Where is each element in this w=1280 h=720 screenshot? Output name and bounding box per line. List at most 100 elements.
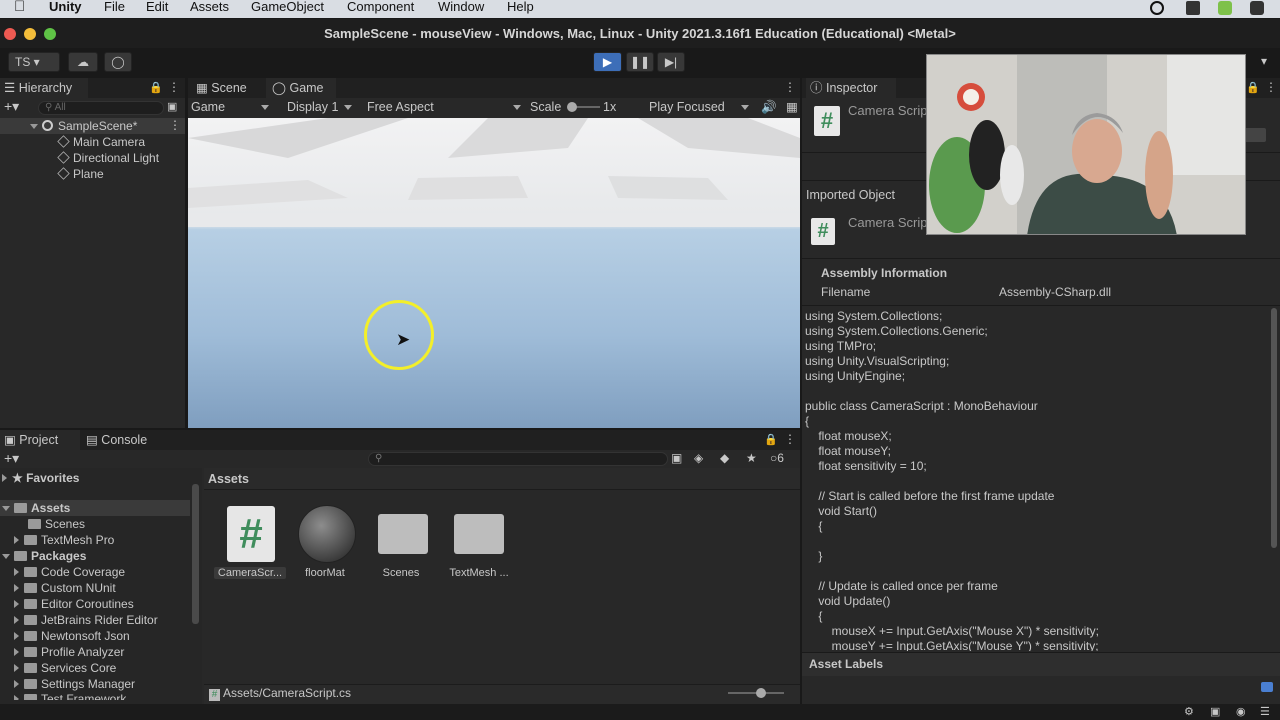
package-item[interactable]: Newtonsoft Json — [14, 628, 130, 644]
tab-hierarchy[interactable]: ☰ Hierarchy — [0, 78, 88, 98]
account-dropdown[interactable]: TS ▾ — [8, 52, 60, 72]
search-options-icon[interactable]: ▣ — [167, 100, 177, 113]
apple-icon[interactable]:  — [14, 0, 25, 14]
scale-slider-handle[interactable] — [567, 102, 577, 112]
android-icon[interactable] — [1218, 1, 1232, 15]
app-menu[interactable]: Unity — [49, 0, 82, 14]
asset-item-label[interactable]: TextMesh ... — [443, 567, 515, 579]
asset-item-label[interactable]: floorMat — [289, 567, 361, 579]
status-icon-a[interactable]: ⚙ — [1184, 705, 1194, 718]
more-options-icon[interactable]: ⋮ — [168, 80, 180, 94]
stats-icon[interactable]: ▦ — [786, 98, 798, 116]
inspector-more-icon[interactable]: ⋮ — [1265, 80, 1277, 94]
audio-icon[interactable]: 🔊 — [761, 98, 777, 116]
menu-file[interactable]: File — [104, 0, 125, 14]
drive-icon[interactable] — [1250, 1, 1264, 15]
expand-arrow-icon[interactable] — [30, 124, 38, 129]
package-item[interactable]: Custom NUnit — [14, 580, 116, 596]
collapse-arrow-icon[interactable] — [14, 648, 19, 656]
collapse-arrow-icon[interactable] — [14, 600, 19, 608]
folder-asset-icon[interactable] — [378, 514, 428, 554]
collapse-arrow-icon[interactable] — [14, 584, 19, 592]
scene-options-icon[interactable]: ⋮ — [169, 118, 181, 132]
package-item[interactable]: Services Core — [14, 660, 116, 676]
hierarchy-search-input[interactable]: ⚲ All — [38, 101, 164, 115]
aspect-dropdown[interactable]: Free Aspect — [367, 98, 521, 116]
menu-assets[interactable]: Assets — [190, 0, 229, 14]
icon-size-slider-handle[interactable] — [756, 688, 766, 698]
status-icon-b[interactable]: ▣ — [1210, 705, 1220, 718]
collapse-arrow-icon[interactable] — [14, 680, 19, 688]
expand-arrow-icon[interactable] — [2, 506, 10, 511]
folder-textmesh-pro[interactable]: TextMesh Pro — [14, 532, 114, 548]
game-viewport[interactable]: ➤ — [188, 118, 800, 428]
asset-labels-title[interactable]: Asset Labels — [809, 657, 883, 671]
create-plus-icon[interactable]: +▾ — [4, 98, 19, 115]
package-item[interactable]: Code Coverage — [14, 564, 125, 580]
collapse-arrow-icon[interactable] — [14, 695, 19, 700]
packages-root-item[interactable]: Packages — [2, 548, 86, 564]
collapse-arrow-icon[interactable] — [2, 474, 7, 482]
status-icon-d[interactable]: ☰ — [1260, 705, 1270, 718]
script-asset-icon[interactable]: # — [227, 506, 275, 562]
tab-project[interactable]: ▣ Project — [0, 430, 80, 450]
play-button[interactable]: ▶ — [593, 52, 622, 72]
menu-edit[interactable]: Edit — [146, 0, 168, 14]
favorites-item[interactable]: ★ Favorites — [2, 470, 79, 486]
game-more-icon[interactable]: ⋮ — [784, 80, 796, 94]
collapse-arrow-icon[interactable] — [14, 632, 19, 640]
inspector-lock-icon[interactable]: 🔒 — [1246, 81, 1260, 94]
unity-logo-icon[interactable] — [1186, 1, 1200, 15]
tab-game[interactable]: ◯ Game — [266, 78, 336, 98]
collapse-arrow-icon[interactable] — [14, 568, 19, 576]
package-item[interactable]: Profile Analyzer — [14, 644, 124, 660]
folder-asset-icon[interactable] — [454, 514, 504, 554]
project-lock-icon[interactable]: 🔒 — [764, 433, 778, 446]
tab-inspector[interactable]: ⓘ Inspector — [806, 78, 896, 98]
project-create-icon[interactable]: +▾ — [4, 450, 19, 467]
hierarchy-item-directional-light[interactable]: Directional Light — [57, 150, 159, 166]
folder-scenes[interactable]: Scenes — [28, 516, 85, 532]
assets-root-item[interactable]: Assets — [2, 500, 70, 516]
search-by-label-icon[interactable]: ◈ — [694, 451, 703, 465]
layout-dropdown-icon[interactable]: ▾ — [1254, 52, 1274, 72]
label-tag-icon[interactable] — [1261, 682, 1273, 692]
asset-item-label[interactable]: CameraScr... — [214, 567, 286, 579]
project-more-icon[interactable]: ⋮ — [784, 432, 796, 446]
collab-icon[interactable]: ◯ — [104, 52, 132, 72]
hierarchy-item-plane[interactable]: Plane — [57, 166, 104, 182]
menu-window[interactable]: Window — [438, 0, 484, 14]
step-button[interactable]: ▶| — [657, 52, 685, 72]
scene-item[interactable]: SampleScene* — [30, 118, 137, 134]
package-item[interactable]: Editor Coroutines — [14, 596, 134, 612]
collapse-arrow-icon[interactable] — [14, 664, 19, 672]
search-by-type-icon[interactable]: ▣ — [671, 451, 682, 465]
package-item[interactable]: JetBrains Rider Editor — [14, 612, 158, 628]
tab-scene[interactable]: ▦ Scene — [192, 78, 262, 98]
asset-item-label[interactable]: Scenes — [365, 567, 437, 579]
breadcrumb-assets[interactable]: Assets — [208, 472, 249, 486]
status-icon-c[interactable]: ◉ — [1236, 705, 1246, 718]
game-mode-dropdown[interactable]: Game — [191, 98, 273, 116]
package-item[interactable]: Settings Manager — [14, 676, 135, 692]
lock-icon[interactable]: 🔒 — [149, 81, 163, 94]
tree-scrollbar[interactable] — [192, 484, 199, 624]
label-filter-icon[interactable]: ◆ — [720, 451, 729, 465]
expand-arrow-icon[interactable] — [2, 554, 10, 559]
tab-console[interactable]: ▤ Console — [84, 430, 164, 450]
collapse-arrow-icon[interactable] — [14, 616, 19, 624]
pause-button[interactable]: ❚❚ — [626, 52, 654, 72]
play-focus-dropdown[interactable]: Play Focused — [649, 98, 749, 116]
package-item[interactable]: Test Framework — [14, 692, 126, 700]
collapse-arrow-icon[interactable] — [14, 536, 19, 544]
menu-help[interactable]: Help — [507, 0, 534, 14]
project-search-input[interactable]: ⚲ — [368, 452, 668, 466]
code-scrollbar[interactable] — [1271, 308, 1277, 548]
record-icon[interactable] — [1150, 1, 1164, 15]
hidden-packages-icon[interactable]: ○6 — [770, 451, 784, 465]
display-dropdown[interactable]: Display 1 — [287, 98, 352, 116]
hierarchy-item-main-camera[interactable]: Main Camera — [57, 134, 145, 150]
menu-gameobject[interactable]: GameObject — [251, 0, 324, 14]
favorite-star-icon[interactable]: ★ — [746, 451, 757, 465]
material-sphere-icon[interactable] — [298, 505, 356, 563]
